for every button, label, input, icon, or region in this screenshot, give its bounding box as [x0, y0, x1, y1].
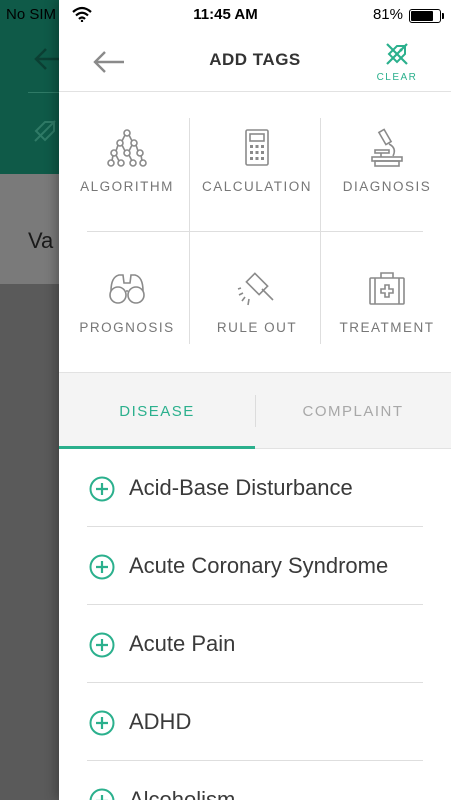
list-item-label: Acid-Base Disturbance: [129, 475, 353, 500]
drawer-header: ADD TAGS CLEAR: [59, 32, 451, 92]
calculator-icon: [245, 129, 269, 166]
grid-divider: [87, 231, 423, 232]
category-tabs: DISEASE COMPLAINT: [59, 372, 451, 449]
microscope-icon: [371, 128, 403, 167]
add-circle-icon[interactable]: [89, 632, 115, 658]
tag-type-algorithm[interactable]: ALGORITHM: [71, 118, 183, 231]
list-item[interactable]: Acute Pain: [87, 605, 423, 683]
binoculars-icon: [109, 274, 145, 304]
add-circle-icon[interactable]: [89, 476, 115, 502]
background-back-icon: [34, 48, 60, 70]
list-item-label: Alcoholism: [129, 787, 236, 800]
tag-type-label: TREATMENT: [339, 320, 435, 335]
tag-type-label: DIAGNOSIS: [342, 179, 432, 194]
tag-type-label: CALCULATION: [201, 179, 313, 194]
clear-tags-icon: [386, 43, 408, 65]
status-bar: No SIM 11:45 AM 81%: [0, 0, 451, 32]
add-tags-drawer: ADD TAGS CLEAR ALGORITHM CALCULATION DIA…: [59, 0, 451, 800]
list-item[interactable]: Alcoholism: [87, 761, 423, 800]
gavel-icon: [237, 272, 274, 306]
list-item[interactable]: Acid-Base Disturbance: [87, 449, 423, 527]
background-partial-text: Va: [28, 228, 54, 253]
add-circle-icon[interactable]: [89, 710, 115, 736]
add-circle-icon[interactable]: [89, 554, 115, 580]
algorithm-icon: [107, 129, 147, 167]
list-item-label: Acute Pain: [129, 631, 236, 656]
tag-type-treatment[interactable]: TREATMENT: [331, 259, 443, 372]
battery-icon: [409, 9, 444, 23]
tag-type-rule-out[interactable]: RULE OUT: [201, 259, 313, 372]
tag-type-grid: ALGORITHM CALCULATION DIAGNOSIS PROGNOSI…: [79, 118, 433, 344]
tag-type-label: RULE OUT: [216, 320, 298, 335]
tab-complaint[interactable]: COMPLAINT: [255, 373, 451, 449]
disease-list: Acid-Base Disturbance Acute Coronary Syn…: [87, 449, 423, 800]
tag-type-label: ALGORITHM: [80, 179, 174, 194]
tag-type-diagnosis[interactable]: DIAGNOSIS: [331, 118, 443, 231]
battery-percent: 81%: [372, 6, 403, 23]
tag-type-prognosis[interactable]: PROGNOSIS: [71, 259, 183, 372]
tag-type-label: PROGNOSIS: [79, 320, 175, 335]
clear-label: CLEAR: [376, 72, 418, 83]
medical-kit-icon: [369, 272, 405, 305]
tab-disease[interactable]: DISEASE: [59, 373, 255, 449]
tag-type-calculation[interactable]: CALCULATION: [201, 118, 313, 231]
list-item-label: ADHD: [129, 709, 192, 734]
list-item-label: Acute Coronary Syndrome: [129, 553, 389, 578]
list-item[interactable]: ADHD: [87, 683, 423, 761]
list-item[interactable]: Acute Coronary Syndrome: [87, 527, 423, 605]
clear-button[interactable]: CLEAR: [373, 42, 421, 86]
background-tag-icon: [34, 120, 56, 142]
add-circle-icon[interactable]: [89, 788, 115, 800]
